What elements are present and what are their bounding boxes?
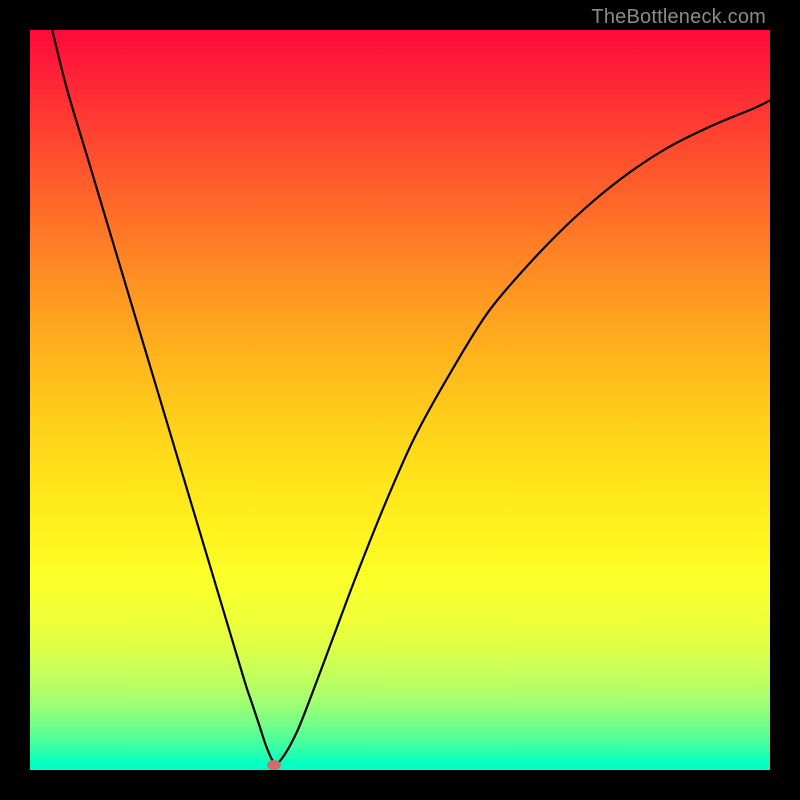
watermark-label: TheBottleneck.com [591,6,766,29]
bottleneck-curve [52,30,770,763]
curve-svg [30,30,770,770]
optimal-point-marker [267,760,281,770]
chart-frame: TheBottleneck.com [0,0,800,800]
plot-area [30,30,770,770]
